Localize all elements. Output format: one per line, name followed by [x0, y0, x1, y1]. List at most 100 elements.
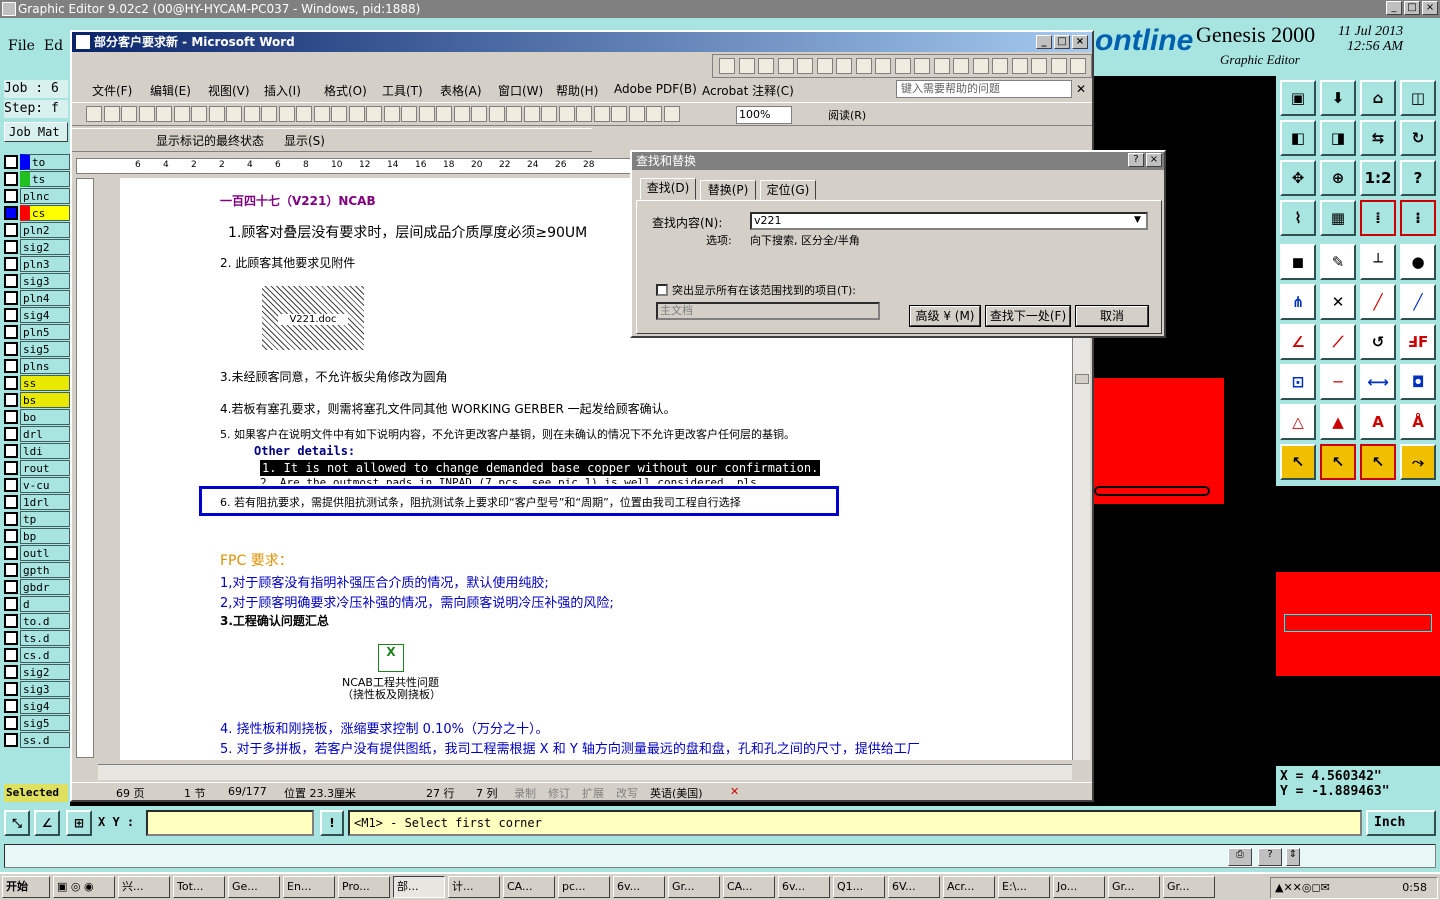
layer-checkbox[interactable] [4, 325, 18, 339]
drawing-tool-icon[interactable] [914, 58, 930, 74]
layer-name[interactable]: ss.d [20, 732, 70, 748]
markup-view-select[interactable]: 显示标记的最终状态 [156, 132, 264, 149]
layer-row[interactable]: gbdr [4, 579, 70, 595]
taskbar-task[interactable]: 部... [393, 876, 445, 898]
layer-checkbox[interactable] [4, 716, 18, 730]
spinner-icon[interactable]: ⇕ [1286, 848, 1300, 866]
zoom-select[interactable]: 100% [736, 106, 792, 124]
horizontal-scrollbar[interactable] [98, 764, 1072, 780]
layer-checkbox[interactable] [4, 699, 18, 713]
spelling-icon[interactable]: ✕ [730, 785, 739, 798]
layer-row[interactable]: sig2 [4, 664, 70, 680]
layer-row[interactable]: ts.d [4, 630, 70, 646]
tray-icons[interactable]: ▲✕✕◎◻✉ [1271, 878, 1330, 898]
zoom-area-icon[interactable]: ⤡ [4, 810, 30, 836]
drawing-tool-icon[interactable] [719, 58, 735, 74]
layer-name[interactable]: sig3 [20, 681, 70, 697]
status-ext[interactable]: 扩展 [582, 785, 604, 801]
layer-row[interactable]: sig5 [4, 341, 70, 357]
layer-row[interactable]: v-cu [4, 477, 70, 493]
drawing-tool-icon[interactable] [1031, 58, 1047, 74]
toolbar-icon[interactable] [541, 106, 557, 122]
taskbar-task[interactable]: 6V... [888, 876, 940, 898]
layer-checkbox[interactable] [4, 427, 18, 441]
word-menu-item[interactable]: 工具(T) [382, 82, 423, 99]
angle-icon[interactable]: ∠ [34, 810, 60, 836]
layer-row[interactable]: gpth [4, 562, 70, 578]
layer-checkbox[interactable] [4, 563, 18, 577]
drawing-tool-icon[interactable] [1011, 58, 1028, 74]
scroll-thumb[interactable] [1075, 374, 1089, 384]
layer-name[interactable]: tp [20, 511, 70, 527]
layer-row[interactable]: to [4, 154, 70, 170]
layer-name[interactable]: bo [20, 409, 70, 425]
layer-row[interactable]: plns [4, 358, 70, 374]
status-trk[interactable]: 修订 [548, 785, 570, 801]
layer-checkbox[interactable] [4, 461, 18, 475]
word-menu-item[interactable]: 帮助(H) [556, 82, 598, 99]
toolbar-icon[interactable] [331, 106, 347, 122]
status-rec[interactable]: 录制 [514, 785, 536, 801]
taskbar-task[interactable]: 6v... [778, 876, 830, 898]
layer-name[interactable]: sig4 [20, 698, 70, 714]
tool-arc-icon[interactable]: ↺ [1360, 324, 1396, 360]
toolbar-icon[interactable] [313, 106, 330, 122]
help-search-input[interactable]: 键入需要帮助的问题 [896, 80, 1072, 98]
layer-row[interactable]: ldi [4, 443, 70, 459]
word-menu-item[interactable]: 窗口(W) [498, 82, 543, 99]
layer-checkbox[interactable] [4, 546, 18, 560]
toolbar-icon[interactable] [103, 106, 120, 122]
layer-name[interactable]: 1drl [20, 494, 70, 510]
job-field[interactable]: Job : 6 [4, 80, 68, 98]
layer-name[interactable]: sig3 [20, 273, 70, 289]
grid-toggle-icon[interactable]: ⊞ [66, 810, 92, 836]
taskbar-task[interactable]: Jo... [1053, 876, 1105, 898]
red-feature-line[interactable] [1094, 486, 1210, 496]
tool-measure-icon[interactable]: ⌇ [1280, 200, 1316, 236]
tool-home-icon[interactable]: ⌂ [1360, 80, 1396, 116]
tool-grid-icon[interactable]: ▦ [1320, 200, 1356, 236]
layer-checkbox[interactable] [4, 376, 18, 390]
toolbar-icon[interactable] [208, 106, 225, 122]
layer-row[interactable]: plnc [4, 188, 70, 204]
tab-goto[interactable]: 定位(G) [760, 180, 816, 200]
show-menu[interactable]: 显示(S) [284, 132, 325, 149]
layer-row[interactable]: d [4, 596, 70, 612]
layer-checkbox[interactable] [4, 512, 18, 526]
layer-checkbox[interactable] [4, 189, 18, 203]
taskbar-task[interactable]: Gr... [1163, 876, 1215, 898]
layer-row[interactable]: cs.d [4, 647, 70, 663]
layer-row[interactable]: ss.d [4, 732, 70, 748]
layer-row[interactable]: sig3 [4, 273, 70, 289]
layer-name[interactable]: gpth [20, 562, 70, 578]
layer-row[interactable]: rout [4, 460, 70, 476]
layer-row[interactable]: 1drl [4, 494, 70, 510]
toolbar-icon[interactable] [86, 106, 102, 122]
read-button[interactable]: 阅读(R) [828, 107, 866, 123]
step-field[interactable]: Step: f [4, 100, 68, 118]
layer-name[interactable]: v-cu [20, 477, 70, 493]
tab-find[interactable]: 查找(D) [640, 178, 696, 200]
taskbar-task[interactable]: E:\... [998, 876, 1050, 898]
drawing-tool-icon[interactable] [875, 58, 891, 74]
toolbar-icon[interactable] [558, 106, 575, 122]
minimize-button[interactable]: _ [1386, 1, 1402, 15]
tool-angle-icon[interactable]: ∠ [1280, 324, 1316, 360]
layer-checkbox[interactable] [4, 206, 18, 220]
layer-name[interactable]: bs [20, 392, 70, 408]
layer-checkbox[interactable] [4, 614, 18, 628]
layer-name[interactable]: sig2 [20, 239, 70, 255]
layer-row[interactable]: drl [4, 426, 70, 442]
taskbar-task[interactable]: Gr... [1108, 876, 1160, 898]
word-restore-button[interactable]: □ [1054, 35, 1070, 49]
layer-row[interactable]: bp [4, 528, 70, 544]
tool-dot-icon[interactable]: ● [1400, 244, 1436, 280]
layer-row[interactable]: to.d [4, 613, 70, 629]
word-menu-item[interactable]: 视图(V) [208, 82, 250, 99]
start-button[interactable]: 开始 [2, 876, 50, 898]
layer-name[interactable]: to.d [20, 613, 70, 629]
printer-icon[interactable]: ⎙ [1228, 848, 1252, 866]
tool-snap-icon[interactable]: ⁞ [1360, 200, 1396, 236]
tool-edit-icon[interactable]: ✎ [1320, 244, 1356, 280]
help-icon[interactable]: ? [1258, 848, 1282, 866]
